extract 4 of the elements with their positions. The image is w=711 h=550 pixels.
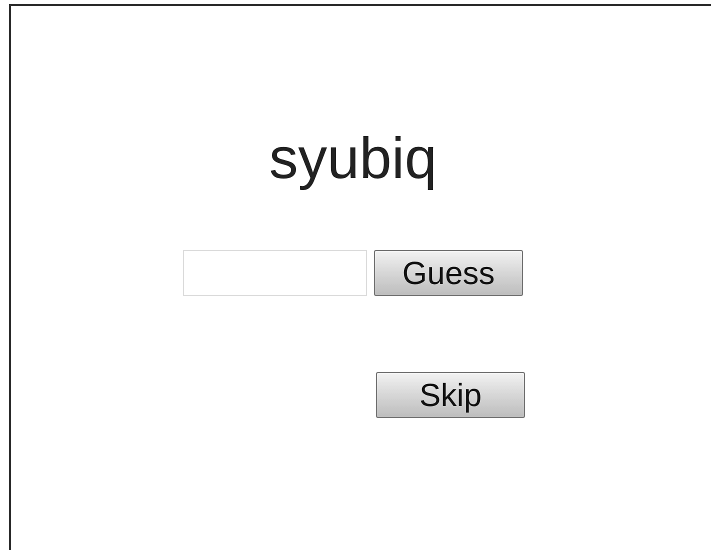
guess-input[interactable] [183, 250, 367, 296]
skip-button[interactable]: Skip [376, 372, 525, 418]
guess-button[interactable]: Guess [374, 250, 523, 296]
prompt-word: syubiq [269, 125, 437, 193]
